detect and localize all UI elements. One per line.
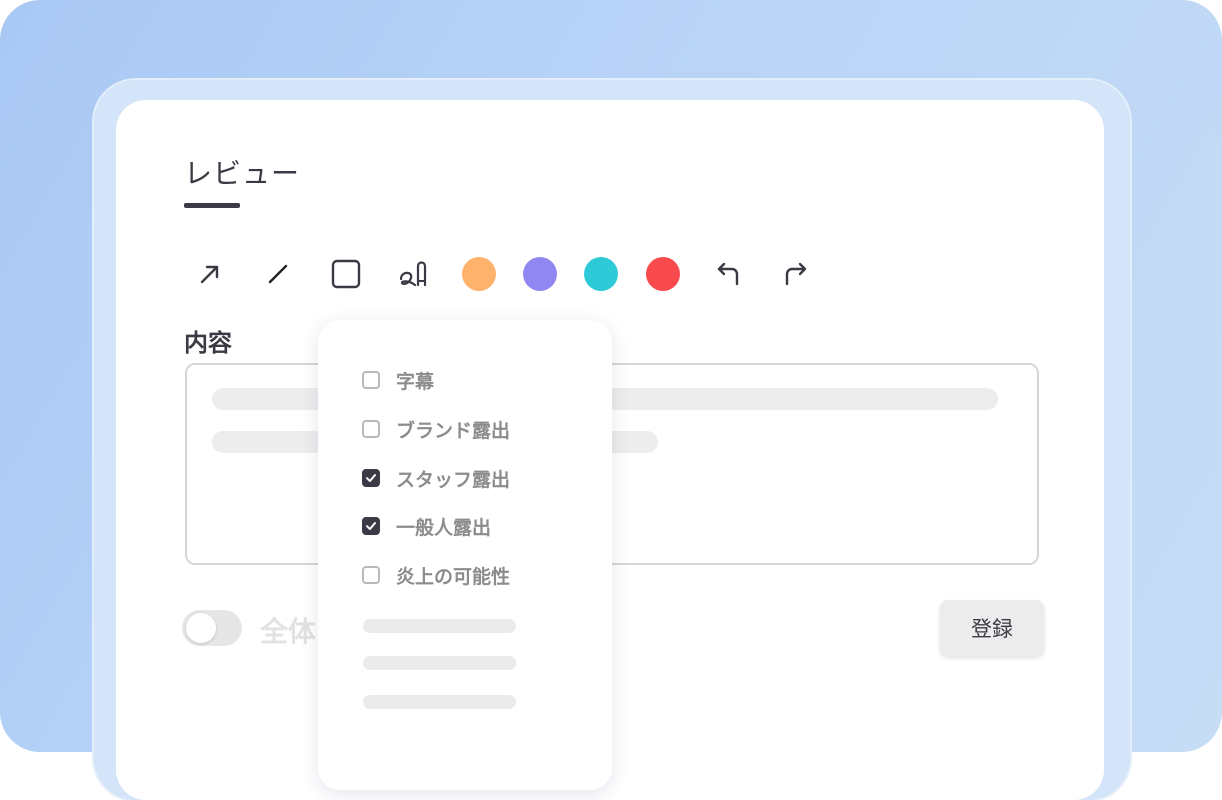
toggle-knob [186, 613, 216, 643]
option-placeholder [363, 619, 516, 633]
option-public-exposure[interactable]: 一般人露出 [362, 510, 491, 542]
color-swatch-purple[interactable] [523, 257, 557, 291]
check-icon [366, 522, 376, 530]
color-swatch-red[interactable] [646, 257, 680, 291]
option-subtitles[interactable]: 字幕 [362, 364, 434, 396]
check-icon [366, 474, 376, 482]
pen-icon [399, 261, 427, 287]
line-icon [268, 264, 288, 284]
option-label: 字幕 [396, 370, 435, 393]
redo-icon [785, 262, 807, 286]
content-label: 内容 [184, 329, 232, 357]
option-label: ブランド露出 [396, 419, 511, 442]
option-placeholder [363, 695, 516, 709]
option-label: スタッフ露出 [396, 468, 511, 491]
redo-button[interactable] [776, 254, 816, 294]
rectangle-tool-button[interactable] [326, 254, 366, 294]
option-placeholder [363, 656, 516, 670]
checkbox[interactable] [362, 566, 380, 584]
line-tool-button[interactable] [258, 254, 298, 294]
option-label: 炎上の可能性 [396, 565, 511, 588]
option-staff-exposure[interactable]: スタッフ露出 [362, 462, 510, 494]
checkbox[interactable] [362, 420, 380, 438]
checkbox[interactable] [362, 371, 380, 389]
toggle-label: 全体 [260, 615, 317, 648]
option-label: 一般人露出 [396, 516, 492, 539]
active-tab-indicator [184, 203, 240, 208]
checkbox[interactable] [362, 469, 380, 487]
submit-button[interactable]: 登録 [940, 600, 1044, 656]
freehand-tool-button[interactable] [394, 254, 434, 294]
arrow-icon [200, 265, 219, 284]
option-brand-exposure[interactable]: ブランド露出 [362, 413, 510, 445]
tab-review[interactable]: レビュー [184, 152, 300, 192]
arrow-tool-button[interactable] [190, 254, 230, 294]
color-swatch-orange[interactable] [462, 257, 496, 291]
undo-button[interactable] [708, 254, 748, 294]
color-swatch-cyan[interactable] [584, 257, 618, 291]
whole-toggle[interactable] [182, 610, 242, 646]
checkbox[interactable] [362, 517, 380, 535]
undo-icon [717, 262, 739, 286]
option-controversy-risk[interactable]: 炎上の可能性 [362, 559, 510, 591]
rectangle-icon [331, 259, 361, 289]
